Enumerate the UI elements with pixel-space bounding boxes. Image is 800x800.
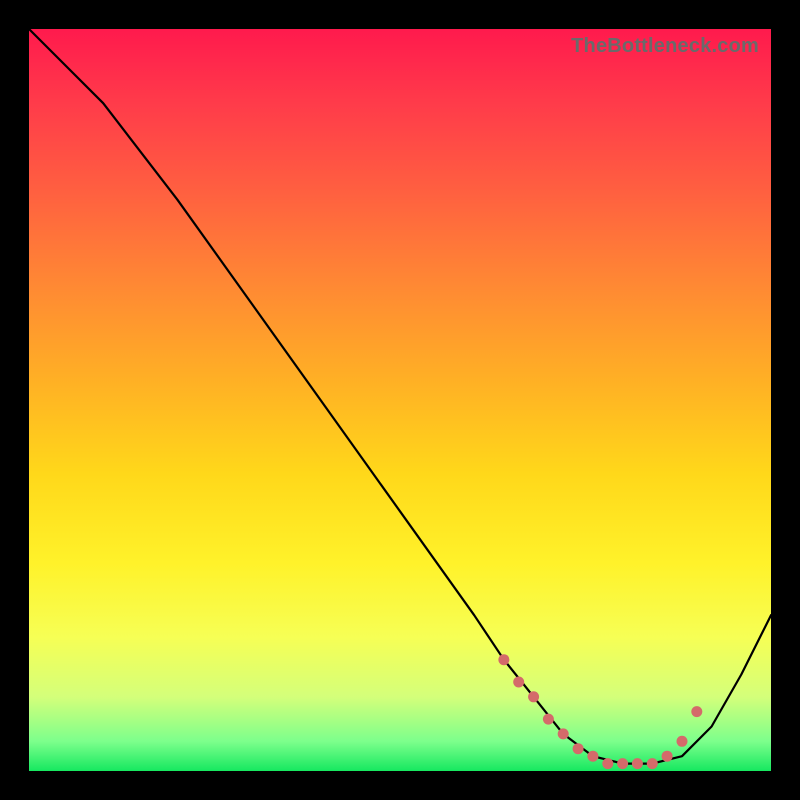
optimal-dot [587, 751, 598, 762]
optimal-dot [602, 758, 613, 769]
optimal-dot [632, 758, 643, 769]
optimal-dot [513, 677, 524, 688]
chart-frame: TheBottleneck.com [0, 0, 800, 800]
optimal-dot [573, 743, 584, 754]
optimal-dot [543, 714, 554, 725]
optimal-dot [528, 691, 539, 702]
optimal-dot [647, 758, 658, 769]
curve-svg [29, 29, 771, 771]
bottleneck-curve [29, 29, 771, 764]
optimal-dot [498, 654, 509, 665]
optimal-dot [662, 751, 673, 762]
optimal-dot [691, 706, 702, 717]
gradient-plot-area: TheBottleneck.com [29, 29, 771, 771]
optimal-dots [498, 654, 702, 769]
optimal-dot [558, 728, 569, 739]
optimal-dot [617, 758, 628, 769]
optimal-dot [677, 736, 688, 747]
